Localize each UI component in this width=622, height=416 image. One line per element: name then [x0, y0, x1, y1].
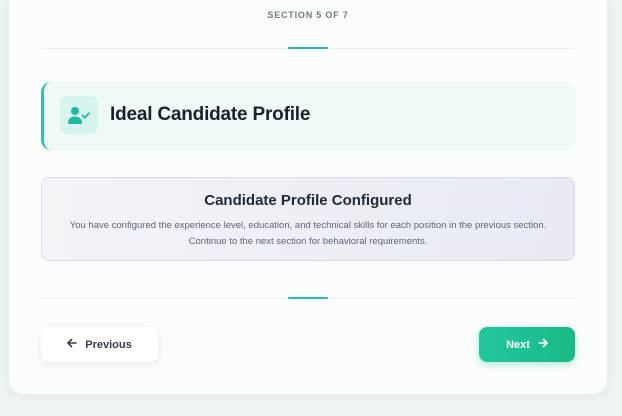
notice-line-2: Continue to the next section for behavio… [188, 236, 428, 247]
notice-line-1: You have configured the experience level… [69, 220, 547, 231]
section-title: Ideal Candidate Profile [110, 104, 311, 125]
user-check-icon [60, 96, 98, 134]
section-progress-label: SECTION 5 OF 7 [267, 10, 349, 20]
previous-button-label: Previous [85, 338, 132, 351]
bottom-divider [41, 297, 575, 299]
arrow-left-icon [67, 338, 78, 351]
next-button-label: Next [506, 338, 530, 351]
info-notice: Candidate Profile Configured You have co… [41, 177, 575, 261]
top-divider [41, 47, 575, 49]
arrow-right-icon [538, 338, 548, 351]
section-header: Ideal Candidate Profile [41, 82, 575, 150]
next-button[interactable]: Next [479, 327, 575, 362]
form-card: SECTION 5 OF 7 Ideal Candidate Profile C… [9, 0, 607, 394]
notice-text: You have configured the experience level… [48, 218, 568, 250]
notice-title: Candidate Profile Configured [204, 192, 412, 209]
bottom-divider-accent [288, 297, 328, 299]
previous-button[interactable]: Previous [41, 327, 158, 362]
top-divider-accent [288, 47, 328, 49]
